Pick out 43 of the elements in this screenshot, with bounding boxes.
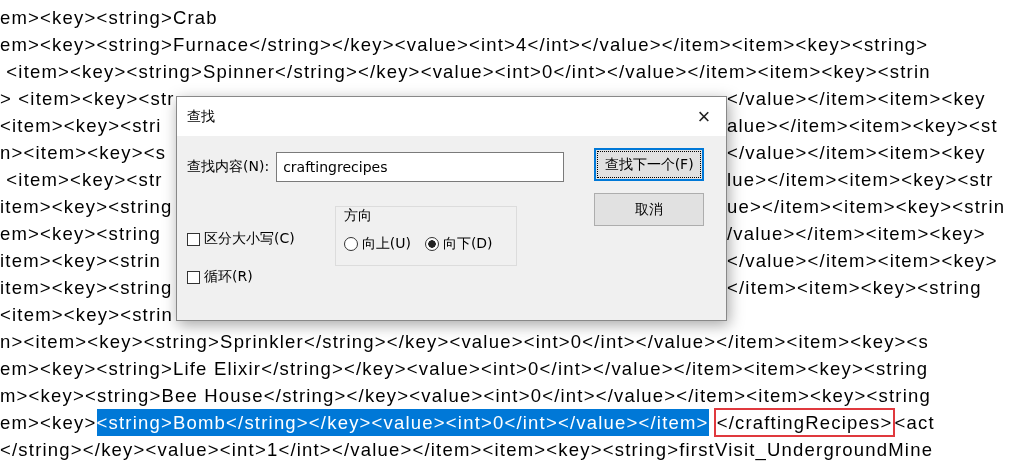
radio-label[interactable]: 向上(U): [361, 235, 411, 253]
editor-text: item><key><string: [0, 276, 174, 300]
editor-text: <item><key><str: [5, 168, 164, 192]
radio-label[interactable]: 向下(D): [442, 235, 493, 253]
editor-text: </value></item><item><key: [727, 87, 987, 111]
radio-button[interactable]: [343, 237, 358, 251]
search-field[interactable]: craftingrecipes: [276, 152, 565, 182]
editor-text: em><key><string>Life Elixir</string></key><value><int>0</int></value></item><item><key><string: [0, 357, 929, 381]
editor-text: </value></item><item><key>: [727, 249, 999, 273]
editor-text: <act: [894, 411, 935, 435]
editor-text: ue></item><item><key><strin: [727, 195, 1007, 219]
field-label: 查找内容(N):: [187, 158, 270, 176]
radio-button[interactable]: [424, 237, 439, 251]
search-match-highlight: </craftingRecipes>: [714, 409, 895, 436]
checkbox[interactable]: [187, 232, 200, 246]
editor-text: /value></item><item><key>: [727, 222, 987, 246]
editor-text: lue></item><item><key><str: [727, 168, 995, 192]
find-next-button[interactable]: 查找下一个(F): [594, 148, 705, 181]
close-button[interactable]: ×: [682, 97, 726, 136]
selected-text: <string>Bomb</string></key><value><int>0</int></value></item>: [96, 409, 709, 436]
editor-text: n><item><key><string>Sprinkler</string></key><value><int>0</int></value></item><item><key><s: [0, 330, 930, 354]
editor-text: item><key><string: [0, 195, 174, 219]
editor-text: em><key><string>Crab: [0, 6, 218, 30]
editor-text: </string></key><value><int>1</int></value></item><item><key><string>firstVisit_UndergroundMine: [0, 438, 934, 463]
editor-text: <item><key><strin: [0, 303, 175, 327]
checkbox[interactable]: [187, 270, 200, 284]
checkbox-label[interactable]: 区分大小写(C): [204, 230, 295, 248]
cancel-button[interactable]: 取消: [594, 193, 705, 226]
dialog-title: 查找: [187, 107, 215, 126]
editor-text: em><key><string>Furnace</string></key><value><int>4</int></value></item><item><key><string>: [0, 33, 929, 57]
editor-text: n><item><key><s: [0, 141, 168, 165]
editor-text: <item><key><string>Spinner</string></key><value><int>0</int></value></item><item><key><strin: [5, 60, 931, 84]
editor-text: <item><key><stri: [0, 114, 163, 138]
checkbox-label[interactable]: 循环(R): [204, 268, 253, 286]
editor-text: em><key>: [0, 411, 97, 435]
group-title: 方向: [343, 207, 373, 225]
editor-text: m><key><string>Bee House</string></key><value><int>0</int></value></item><item><key><string: [0, 384, 931, 408]
editor-text: item><key><strin: [0, 249, 163, 273]
editor-text: </value></item><item><key: [727, 141, 987, 165]
editor-text: alue></item><item><key><st: [727, 114, 999, 138]
editor-text: > <item><key><str: [0, 87, 176, 111]
editor-text: em><key><string: [0, 222, 162, 246]
editor-text: </item><item><key><string: [727, 276, 983, 300]
